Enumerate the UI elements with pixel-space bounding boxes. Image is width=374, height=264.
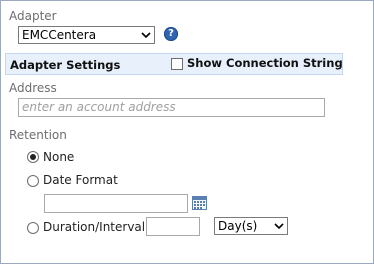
help-glyph: ? <box>168 28 174 39</box>
adapter-select[interactable]: EMCCentera <box>18 26 155 44</box>
address-placeholder: enter an account address <box>22 100 176 114</box>
retention-label: Retention <box>9 128 67 142</box>
address-input[interactable]: enter an account address <box>18 98 325 117</box>
duration-unit-value: Day(s) <box>218 219 258 233</box>
retention-duration-label[interactable]: Duration/Interval <box>43 220 145 234</box>
adapter-label: Adapter <box>9 9 57 23</box>
retention-duration-radio[interactable] <box>27 222 39 234</box>
retention-date-format-label[interactable]: Date Format <box>43 173 118 187</box>
adapter-panel: Adapter EMCCentera ? Adapter Settings Sh… <box>0 0 374 264</box>
adapter-settings-title: Adapter Settings <box>10 58 121 72</box>
adapter-select-value: EMCCentera <box>22 28 97 42</box>
chevron-down-icon <box>274 223 284 230</box>
chevron-down-icon <box>141 32 151 39</box>
show-connection-string-checkbox[interactable] <box>171 58 183 70</box>
retention-none-radio[interactable] <box>27 151 39 163</box>
address-label: Address <box>9 81 57 95</box>
retention-none-label[interactable]: None <box>43 150 74 164</box>
calendar-icon[interactable] <box>192 196 207 210</box>
calendar-grid-icon <box>193 197 206 209</box>
date-format-input[interactable] <box>44 194 188 213</box>
show-connection-string-label[interactable]: Show Connection String <box>187 56 343 70</box>
duration-unit-select[interactable]: Day(s) <box>214 217 288 235</box>
duration-input[interactable] <box>146 217 200 236</box>
retention-date-format-radio[interactable] <box>27 175 39 187</box>
help-icon[interactable]: ? <box>164 27 178 41</box>
